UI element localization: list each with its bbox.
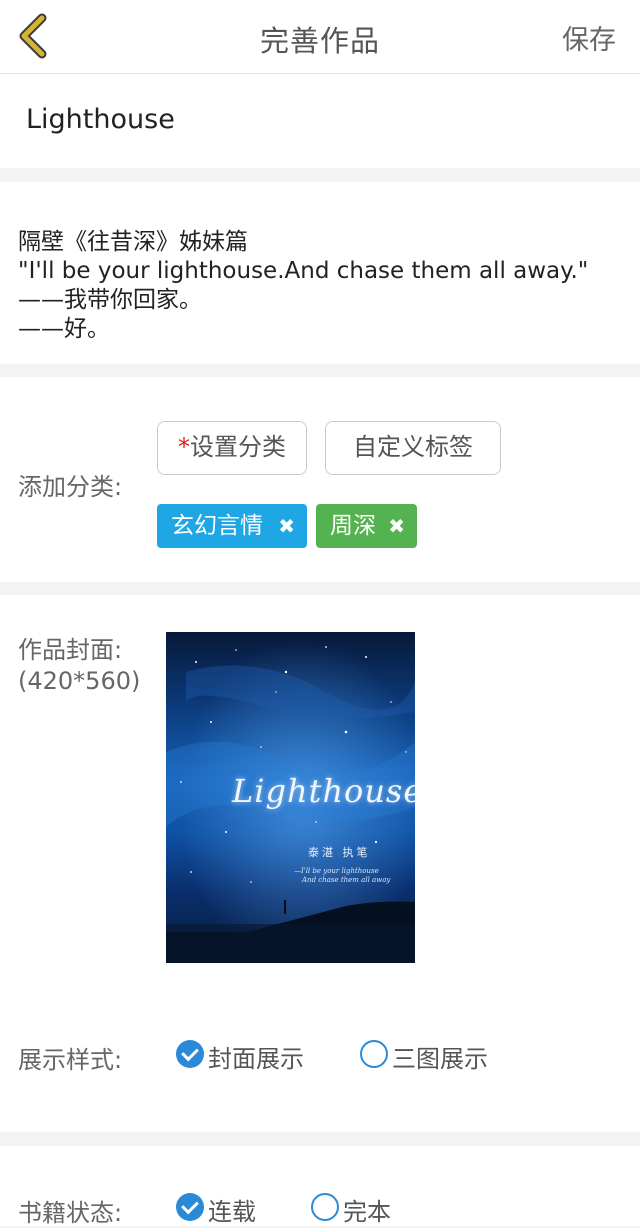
cover-image-subtitle: —I'll be your lighthouse And chase them … — [294, 867, 390, 885]
top-bar: 完善作品 保存 — [0, 0, 640, 74]
category-label: 添加分类: — [18, 473, 123, 501]
tag-label: 周深 — [330, 513, 376, 539]
cover-label-group: 作品封面: (420*560) — [18, 635, 140, 697]
required-star: * — [178, 433, 190, 461]
option-label: 连载 — [208, 1198, 256, 1226]
cover-subtitle-line: And chase them all away — [302, 876, 391, 884]
category-section: 添加分类: *设置分类 自定义标签 玄幻言情 ✖ 周深 ✖ — [0, 377, 640, 582]
book-status-group: 连载 完本 — [0, 1187, 640, 1227]
category-tag-xuanhuan[interactable]: 玄幻言情 ✖ — [157, 504, 307, 548]
description-line: ——好。 — [18, 316, 110, 342]
radio-checked-icon — [176, 1040, 204, 1068]
cover-subtitle-line: —I'll be your lighthouse — [294, 867, 379, 875]
cover-image-title: Lighthouse — [232, 772, 415, 810]
description-line: 隔壁《往昔深》姊妹篇 — [18, 229, 248, 255]
book-status-completed-option[interactable]: 完本 — [311, 1187, 411, 1227]
tag-label: 玄幻言情 — [171, 513, 263, 539]
radio-unchecked-icon — [311, 1193, 339, 1221]
display-style-cover-option[interactable]: 封面展示 — [176, 1034, 316, 1074]
work-title-input[interactable]: Lighthouse — [26, 104, 175, 135]
description-section: 隔壁《往昔深》姊妹篇 "I'll be your lighthouse.And … — [0, 182, 640, 364]
radio-checked-icon — [176, 1193, 204, 1221]
cover-label: 作品封面: — [18, 636, 123, 664]
description-line: ——我带你回家。 — [18, 287, 202, 313]
tag-remove-icon[interactable]: ✖ — [388, 504, 405, 548]
display-style-group: 封面展示 三图展示 — [0, 1034, 640, 1074]
description-textarea[interactable]: 隔壁《往昔深》姊妹篇 "I'll be your lighthouse.And … — [18, 228, 588, 344]
display-style-three-image-option[interactable]: 三图展示 — [360, 1034, 500, 1074]
tag-remove-icon[interactable]: ✖ — [278, 504, 295, 548]
cover-size-hint: (420*560) — [18, 667, 141, 695]
cover-image[interactable]: Lighthouse 泰湛 执笔 —I'll be your lighthous… — [166, 632, 415, 963]
category-tag-zhoushen[interactable]: 周深 ✖ — [316, 504, 417, 548]
page-title: 完善作品 — [259, 24, 380, 58]
option-label: 三图展示 — [392, 1045, 488, 1073]
cover-image-author: 泰湛 执笔 — [308, 846, 371, 859]
set-category-label: 设置分类 — [190, 433, 286, 461]
cover-section: 作品封面: (420*560) Lighthouse 泰湛 执笔 —I'll b… — [0, 595, 640, 1132]
title-section: Lighthouse — [0, 74, 640, 168]
custom-tag-button[interactable]: 自定义标签 — [325, 421, 501, 475]
description-line: "I'll be your lighthouse.And chase them … — [18, 258, 589, 284]
radio-unchecked-icon — [360, 1040, 388, 1068]
option-label: 封面展示 — [208, 1045, 304, 1073]
save-button[interactable]: 保存 — [562, 18, 616, 57]
book-status-serializing-option[interactable]: 连载 — [176, 1187, 276, 1227]
set-category-button[interactable]: *设置分类 — [157, 421, 307, 475]
option-label: 完本 — [343, 1198, 391, 1226]
book-status-section: 书籍状态: 连载 完本 — [0, 1146, 640, 1227]
